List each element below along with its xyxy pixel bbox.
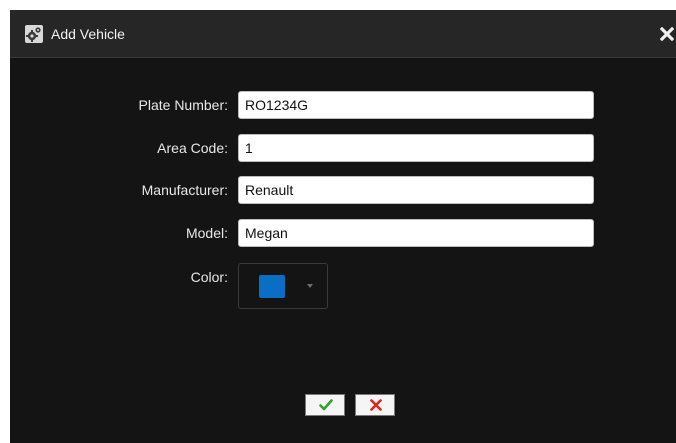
plate-number-input[interactable] — [238, 91, 594, 119]
plate-number-row: Plate Number: — [10, 91, 676, 119]
add-vehicle-dialog: Add Vehicle Plate Number: Area Code: Man… — [10, 10, 676, 443]
manufacturer-row: Manufacturer: — [10, 176, 676, 204]
model-label: Model: — [185, 225, 228, 241]
area-code-label: Area Code: — [157, 140, 228, 156]
model-input[interactable] — [238, 219, 594, 247]
cancel-button[interactable] — [355, 394, 395, 416]
dialog-title: Add Vehicle — [51, 26, 125, 42]
area-code-row: Area Code: — [10, 134, 676, 162]
area-code-input[interactable] — [238, 134, 594, 162]
gears-icon — [25, 25, 43, 43]
plate-number-label: Plate Number: — [138, 97, 228, 113]
close-button[interactable] — [660, 27, 674, 41]
manufacturer-label: Manufacturer: — [141, 182, 228, 198]
color-label: Color: — [190, 269, 228, 285]
checkmark-icon — [319, 399, 333, 411]
color-row: Color: — [10, 263, 676, 309]
close-icon — [370, 399, 382, 411]
dialog-titlebar: Add Vehicle — [10, 10, 676, 58]
color-picker-dropdown[interactable] — [238, 263, 328, 309]
confirm-button[interactable] — [305, 394, 345, 416]
chevron-down-icon — [307, 284, 313, 288]
model-row: Model: — [10, 219, 676, 247]
close-icon — [660, 27, 674, 41]
manufacturer-input[interactable] — [238, 176, 594, 204]
color-swatch — [259, 275, 285, 298]
